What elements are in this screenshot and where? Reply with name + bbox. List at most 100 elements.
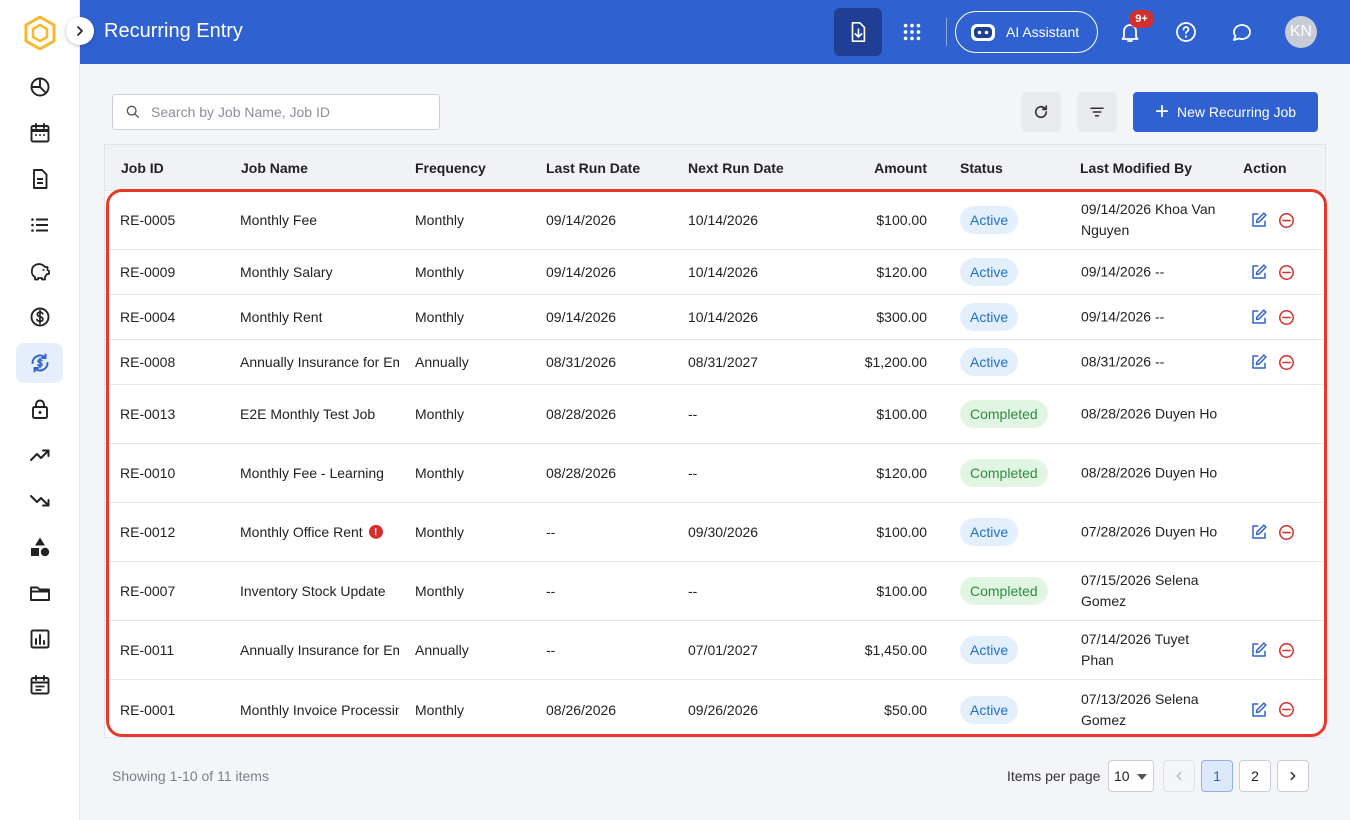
next-page-button[interactable] — [1277, 760, 1309, 792]
apps-button[interactable] — [898, 18, 926, 46]
sidebar-item-shapes[interactable] — [16, 527, 63, 567]
lock-icon — [31, 399, 48, 419]
table-row[interactable]: RE-0001 Monthly Invoice Processing Monthly… — [105, 680, 1325, 739]
next-run-date-cell: -- — [688, 583, 698, 599]
app-logo-icon[interactable] — [24, 15, 56, 51]
robot-icon — [971, 24, 995, 41]
sidebar-item-bar-chart[interactable] — [16, 619, 63, 659]
items-per-page-select[interactable]: 10 — [1108, 760, 1154, 792]
column-header-job-name[interactable]: Job Name — [241, 160, 308, 176]
edit-button[interactable] — [1249, 700, 1269, 720]
job-name-cell[interactable]: E2E Monthly Test Job — [240, 406, 375, 422]
last-modified-cell: 07/14/2026 Tuyet Phan — [1081, 631, 1190, 668]
edit-button[interactable] — [1249, 640, 1269, 660]
items-per-page-value: 10 — [1114, 768, 1130, 784]
search-icon — [126, 105, 139, 118]
chevron-left-icon — [1176, 771, 1182, 781]
job-name-cell[interactable]: Annually Insurance for Employees — [240, 354, 399, 370]
page-2-button[interactable]: 2 — [1239, 760, 1271, 792]
user-avatar[interactable]: KN — [1285, 16, 1317, 48]
table-row[interactable]: RE-0012 Monthly Office Rent! Monthly -- 09/3… — [105, 503, 1325, 562]
table-row[interactable]: RE-0008 Annually Insurance for Employees A… — [105, 340, 1325, 385]
column-header-status[interactable]: Status — [960, 160, 1003, 176]
frequency-cell: Monthly — [415, 406, 465, 422]
job-name-cell[interactable]: Inventory Stock Update — [240, 583, 386, 599]
search-input[interactable] — [151, 104, 431, 120]
sidebar-item-document[interactable] — [16, 159, 63, 199]
sidebar-item-trending-up[interactable] — [16, 435, 63, 475]
sidebar-item-folder[interactable] — [16, 573, 63, 613]
column-header-job-id[interactable]: Job ID — [121, 160, 164, 176]
apps-grid-icon — [903, 23, 921, 41]
job-name-text: Monthly Office Rent — [240, 523, 363, 540]
frequency-cell: Monthly — [415, 465, 465, 481]
table-row[interactable]: RE-0009 Monthly Salary Monthly 09/14/2026 10… — [105, 250, 1325, 295]
table-row[interactable]: RE-0011 Annually Insurance for Employees A… — [105, 621, 1325, 680]
expand-sidebar-button[interactable] — [66, 17, 94, 45]
job-name-cell[interactable]: Monthly Office Rent! — [240, 524, 383, 540]
sidebar-item-dashboard-pie[interactable] — [16, 67, 63, 107]
column-header-last-run-date[interactable]: Last Run Date — [546, 160, 640, 176]
refresh-button[interactable] — [1021, 92, 1061, 132]
table-row[interactable]: RE-0013 E2E Monthly Test Job Monthly 08/28/… — [105, 385, 1325, 444]
export-button[interactable] — [834, 8, 882, 56]
notification-count-badge: 9+ — [1129, 10, 1154, 28]
delete-button[interactable] — [1276, 307, 1296, 327]
table-row[interactable]: RE-0004 Monthly Rent Monthly 09/14/2026 10/1… — [105, 295, 1325, 340]
delete-button[interactable] — [1276, 522, 1296, 542]
delete-button[interactable] — [1276, 262, 1296, 282]
column-header-amount[interactable]: Amount — [874, 160, 927, 176]
last-modified-cell: 07/28/2026 Duyen Ho — [1081, 523, 1218, 540]
delete-button[interactable] — [1276, 352, 1296, 372]
edit-button[interactable] — [1249, 307, 1269, 327]
edit-button[interactable] — [1249, 262, 1269, 282]
job-name-cell[interactable]: Monthly Rent — [240, 309, 322, 325]
sidebar-item-trending-down[interactable] — [16, 481, 63, 521]
delete-button[interactable] — [1276, 700, 1296, 720]
edit-button[interactable] — [1249, 352, 1269, 372]
previous-page-button[interactable] — [1163, 760, 1195, 792]
delete-button[interactable] — [1276, 210, 1296, 230]
filter-button[interactable] — [1077, 92, 1117, 132]
shapes-icon — [30, 537, 49, 557]
sidebar-item-schedule[interactable] — [16, 665, 63, 705]
sidebar-item-dollar[interactable] — [16, 297, 63, 337]
column-header-last-modified-by[interactable]: Last Modified By — [1080, 160, 1192, 176]
next-run-date-cell: -- — [688, 465, 698, 481]
dollar-icon — [30, 307, 49, 327]
frequency-cell: Monthly — [415, 264, 465, 280]
ai-assistant-button[interactable]: AI Assistant — [955, 11, 1098, 53]
status-badge: Active — [960, 518, 1019, 546]
job-name-text: Annually Insurance for Employees — [240, 642, 399, 658]
column-header-frequency[interactable]: Frequency — [415, 160, 486, 176]
help-button[interactable] — [1172, 18, 1200, 46]
status-badge: Active — [960, 258, 1019, 286]
sidebar-item-list[interactable] — [16, 205, 63, 245]
sidebar-item-piggy-bank[interactable] — [16, 251, 63, 291]
chat-button[interactable] — [1228, 18, 1256, 46]
job-name-cell[interactable]: Monthly Invoice Processing — [240, 702, 399, 718]
edit-button[interactable] — [1249, 522, 1269, 542]
table-row[interactable]: RE-0010 Monthly Fee - Learning Monthly 08/2… — [105, 444, 1325, 503]
job-name-cell[interactable]: Monthly Fee - Learning — [240, 465, 384, 481]
job-name-cell[interactable]: Monthly Salary — [240, 264, 333, 280]
delete-button[interactable] — [1276, 640, 1296, 660]
sidebar-item-calendar[interactable] — [16, 113, 63, 153]
table-row[interactable]: RE-0007 Inventory Stock Update Monthly -- --… — [105, 562, 1325, 621]
search-box[interactable] — [112, 94, 440, 130]
column-header-next-run-date[interactable]: Next Run Date — [688, 160, 784, 176]
last-modified-cell: 09/14/2026 -- — [1081, 263, 1165, 280]
table-row[interactable]: RE-0005 Monthly Fee Monthly 09/14/2026 10/14… — [105, 191, 1325, 250]
job-name-cell[interactable]: Annually Insurance for Employees — [240, 642, 399, 658]
table-body: RE-0005 Monthly Fee Monthly 09/14/2026 10/14… — [105, 191, 1325, 739]
job-name-cell[interactable]: Monthly Fee — [240, 212, 317, 228]
sidebar-item-lock[interactable] — [16, 389, 63, 429]
sidebar-item-recurring-dollar[interactable] — [16, 343, 63, 383]
status-badge: Completed — [960, 577, 1048, 605]
page-1-button[interactable]: 1 — [1201, 760, 1233, 792]
new-recurring-job-button[interactable]: + New Recurring Job — [1133, 92, 1318, 132]
document-icon — [32, 169, 47, 189]
last-run-date-cell: 08/28/2026 — [546, 465, 617, 481]
frequency-cell: Annually — [415, 642, 469, 658]
edit-button[interactable] — [1249, 210, 1269, 230]
